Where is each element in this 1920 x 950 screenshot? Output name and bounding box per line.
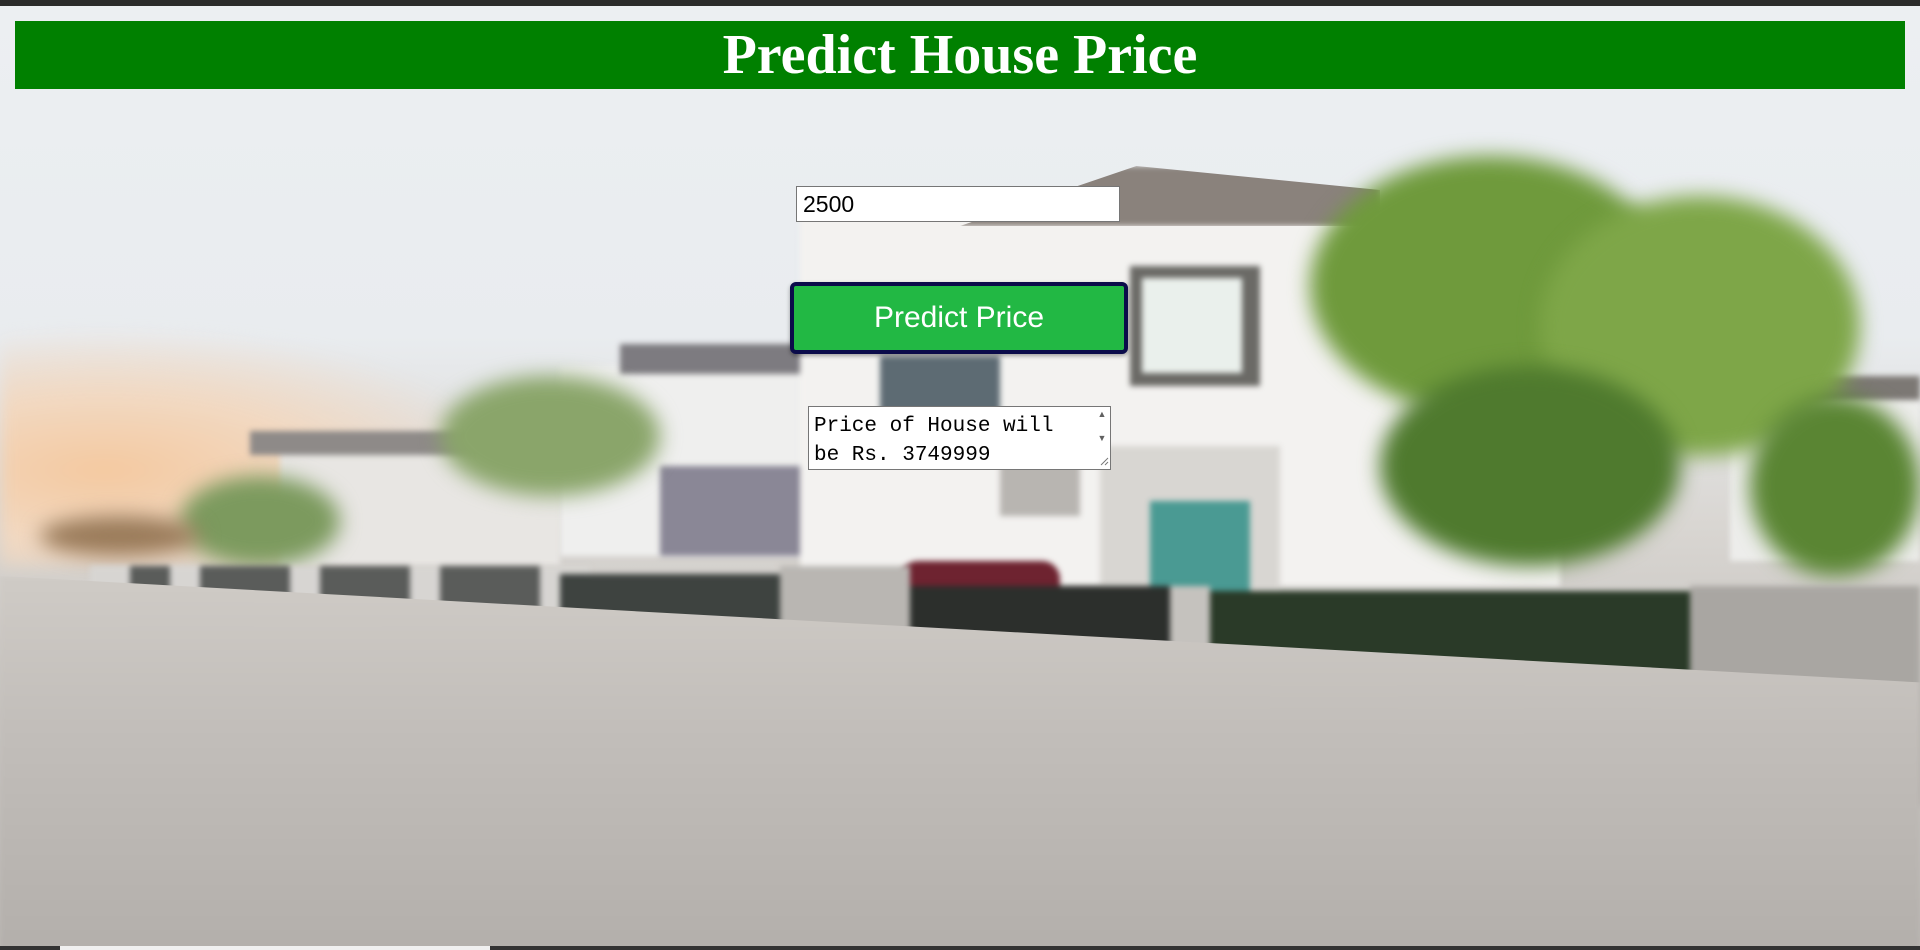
result-textarea[interactable]: Price of House will be Rs. 3749999 xyxy=(808,406,1111,470)
page-title: Predict House Price xyxy=(722,24,1198,86)
resize-grip-icon[interactable] xyxy=(1099,456,1109,466)
textarea-scrollbar[interactable]: ▲ ▼ xyxy=(1094,408,1110,444)
area-input[interactable] xyxy=(796,186,1120,222)
scroll-up-arrow-icon[interactable]: ▲ xyxy=(1098,408,1107,420)
page-header: Predict House Price xyxy=(15,21,1905,89)
scroll-down-arrow-icon[interactable]: ▼ xyxy=(1098,432,1107,444)
predict-price-button[interactable]: Predict Price xyxy=(790,282,1128,354)
bottom-bar-highlight xyxy=(60,946,490,950)
background-house-image xyxy=(0,6,1920,950)
